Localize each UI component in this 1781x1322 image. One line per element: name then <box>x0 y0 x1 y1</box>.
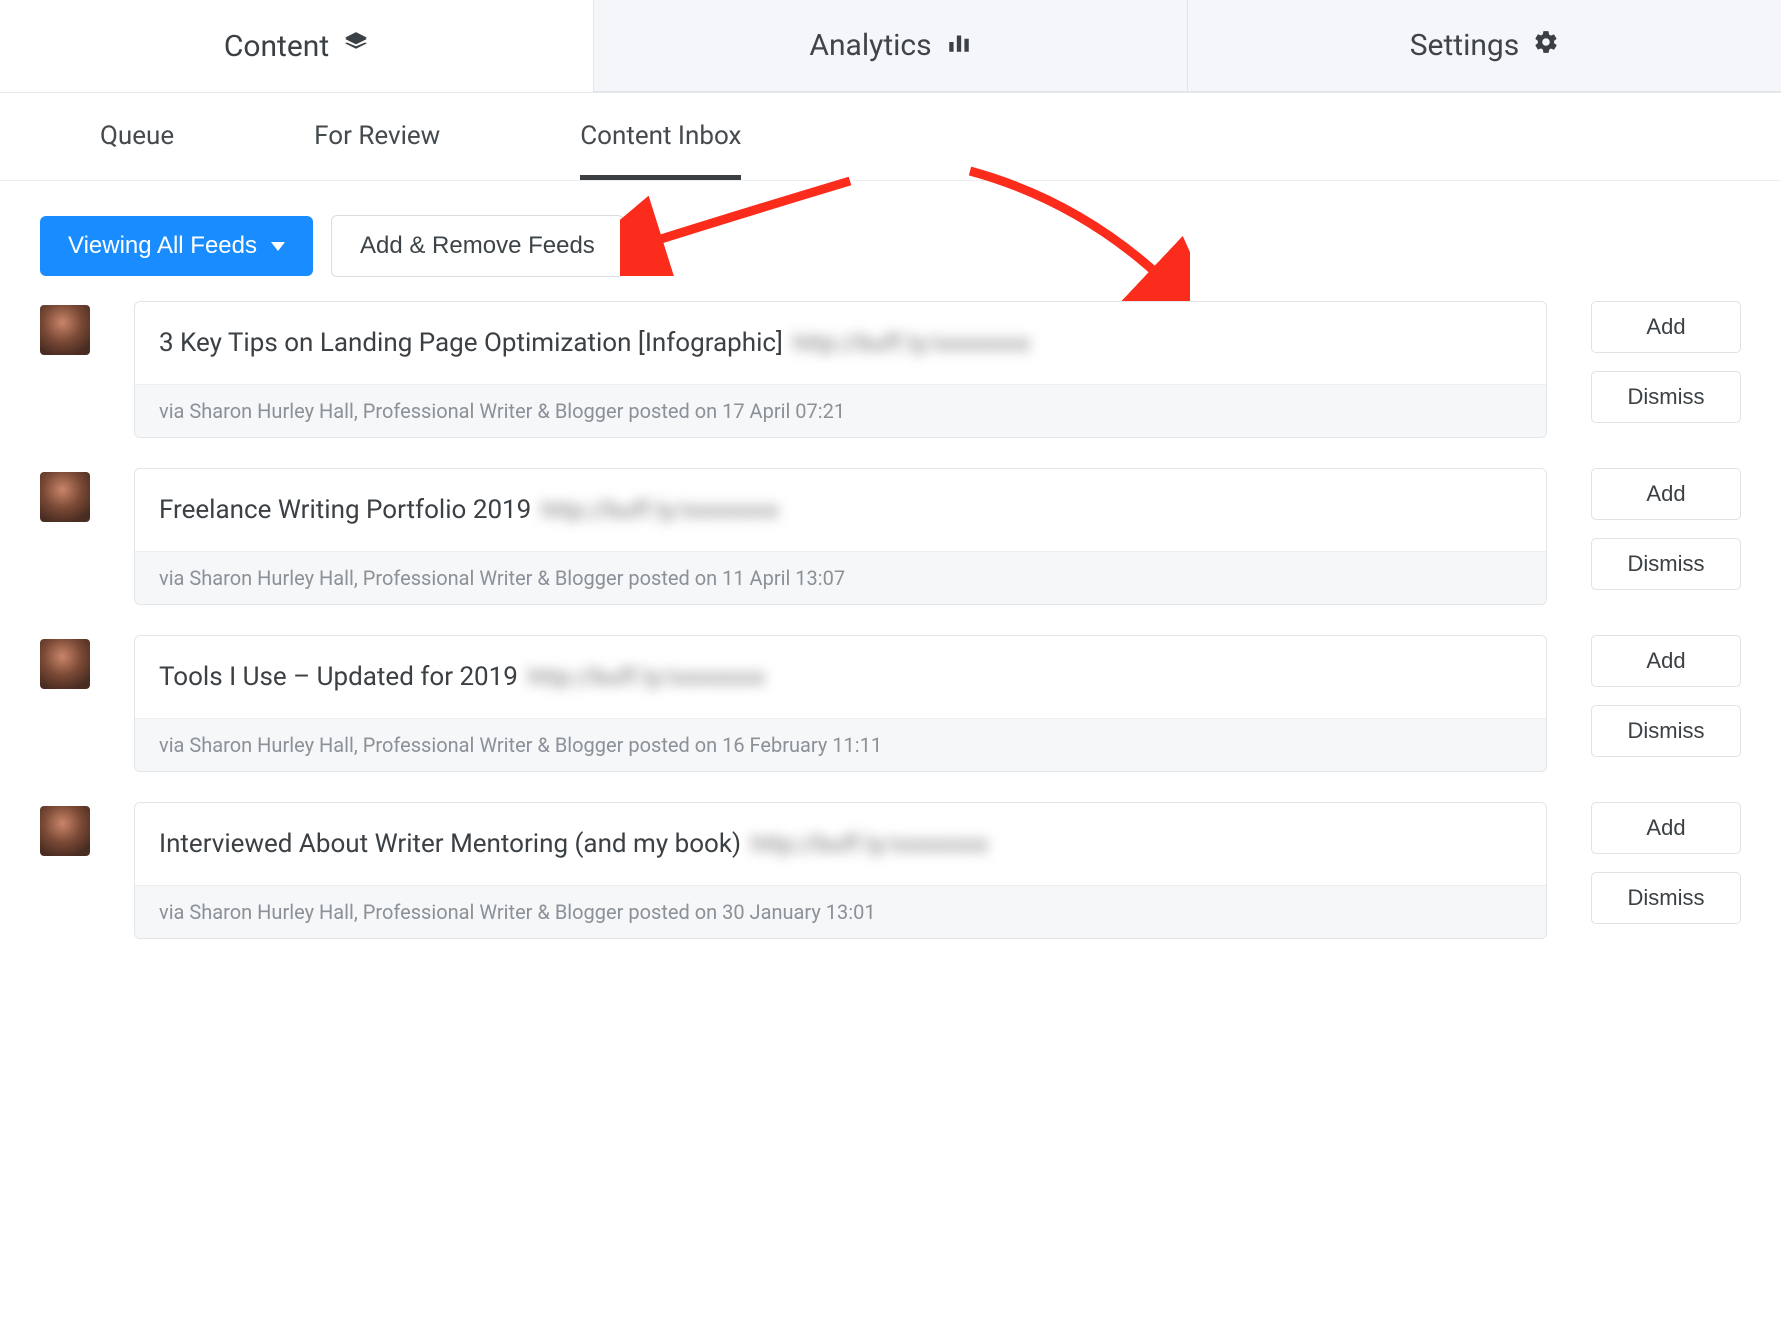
card-actions: Add Dismiss <box>1591 468 1741 590</box>
viewing-all-feeds-label: Viewing All Feeds <box>68 232 257 260</box>
controls-row: Viewing All Feeds Add & Remove Feeds <box>0 181 1781 291</box>
dismiss-button[interactable]: Dismiss <box>1591 705 1741 757</box>
add-button[interactable]: Add <box>1591 802 1741 854</box>
viewing-all-feeds-button[interactable]: Viewing All Feeds <box>40 216 313 276</box>
tab-content[interactable]: Content <box>0 0 593 92</box>
add-button[interactable]: Add <box>1591 635 1741 687</box>
card-title: 3 Key Tips on Landing Page Optimization … <box>159 328 783 358</box>
dismiss-button[interactable]: Dismiss <box>1591 371 1741 423</box>
sub-nav: Queue For Review Content Inbox <box>0 93 1781 181</box>
tab-settings-label: Settings <box>1410 28 1520 63</box>
gear-icon <box>1533 28 1559 63</box>
content-card[interactable]: Interviewed About Writer Mentoring (and … <box>134 802 1547 939</box>
card-meta: via Sharon Hurley Hall, Professional Wri… <box>135 551 1546 604</box>
feed-item: 3 Key Tips on Landing Page Optimization … <box>40 301 1741 438</box>
card-actions: Add Dismiss <box>1591 301 1741 423</box>
card-link-blurred: http://buff.ly/xxxxxxxx <box>793 329 1030 357</box>
card-link-blurred: http://buff.ly/xxxxxxxx <box>528 663 765 691</box>
subtab-queue[interactable]: Queue <box>100 121 174 180</box>
feed-item: Interviewed About Writer Mentoring (and … <box>40 802 1741 939</box>
feed-item: Freelance Writing Portfolio 2019 http://… <box>40 468 1741 605</box>
feed-list: 3 Key Tips on Landing Page Optimization … <box>0 291 1781 979</box>
avatar <box>40 305 90 355</box>
bar-chart-icon <box>946 28 972 63</box>
tab-settings[interactable]: Settings <box>1187 0 1781 92</box>
subtab-content-inbox[interactable]: Content Inbox <box>580 121 741 180</box>
card-link-blurred: http://buff.ly/xxxxxxxx <box>541 496 778 524</box>
card-link-blurred: http://buff.ly/xxxxxxxx <box>751 830 988 858</box>
dismiss-button[interactable]: Dismiss <box>1591 872 1741 924</box>
tab-analytics-label: Analytics <box>809 28 931 63</box>
content-card[interactable]: 3 Key Tips on Landing Page Optimization … <box>134 301 1547 438</box>
chevron-down-icon <box>271 242 285 251</box>
card-title: Freelance Writing Portfolio 2019 <box>159 495 531 525</box>
card-meta: via Sharon Hurley Hall, Professional Wri… <box>135 384 1546 437</box>
add-remove-feeds-button[interactable]: Add & Remove Feeds <box>331 215 624 277</box>
layers-icon <box>343 29 369 64</box>
avatar <box>40 639 90 689</box>
content-card[interactable]: Freelance Writing Portfolio 2019 http://… <box>134 468 1547 605</box>
content-card[interactable]: Tools I Use – Updated for 2019 http://bu… <box>134 635 1547 772</box>
card-title: Interviewed About Writer Mentoring (and … <box>159 829 741 859</box>
annotation-arrow-left <box>620 166 870 276</box>
card-actions: Add Dismiss <box>1591 635 1741 757</box>
tab-content-label: Content <box>224 29 329 64</box>
annotation-arrow-right <box>960 161 1190 301</box>
card-meta: via Sharon Hurley Hall, Professional Wri… <box>135 718 1546 771</box>
card-actions: Add Dismiss <box>1591 802 1741 924</box>
card-title: Tools I Use – Updated for 2019 <box>159 662 518 692</box>
add-button[interactable]: Add <box>1591 468 1741 520</box>
add-button[interactable]: Add <box>1591 301 1741 353</box>
top-nav: Content Analytics Settings <box>0 0 1781 93</box>
subtab-for-review[interactable]: For Review <box>314 121 440 180</box>
avatar <box>40 806 90 856</box>
tab-analytics[interactable]: Analytics <box>593 0 1187 92</box>
avatar <box>40 472 90 522</box>
dismiss-button[interactable]: Dismiss <box>1591 538 1741 590</box>
card-meta: via Sharon Hurley Hall, Professional Wri… <box>135 885 1546 938</box>
feed-item: Tools I Use – Updated for 2019 http://bu… <box>40 635 1741 772</box>
